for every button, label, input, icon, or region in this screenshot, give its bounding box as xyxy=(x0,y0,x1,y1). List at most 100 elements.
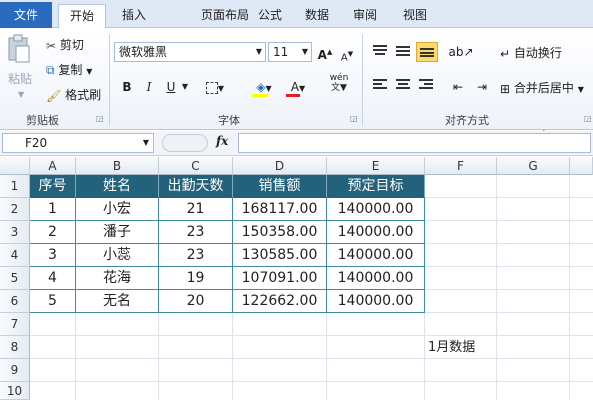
table-cell[interactable]: 3 xyxy=(30,244,76,267)
table-cell[interactable]: 5 xyxy=(30,290,76,313)
cut-button[interactable]: ✂ 剪切 xyxy=(46,36,84,53)
row-header[interactable]: 7 xyxy=(0,313,30,336)
insert-function-button[interactable]: fx xyxy=(216,134,228,148)
shrink-font-button[interactable]: A▼ xyxy=(338,44,356,64)
table-cell[interactable]: 130585.00 xyxy=(233,244,327,267)
column-header-c[interactable]: C xyxy=(159,157,233,175)
decrease-indent-button[interactable]: ⇤ xyxy=(448,77,468,97)
table-cell[interactable]: 150358.00 xyxy=(233,221,327,244)
row-header[interactable]: 1 xyxy=(0,175,30,198)
row-header[interactable]: 10 xyxy=(0,382,30,400)
underline-dropdown-icon[interactable]: ▼ xyxy=(180,77,190,97)
column-header-f[interactable]: F xyxy=(425,157,497,175)
row-header[interactable]: 8 xyxy=(0,336,30,359)
column-header-g[interactable]: G xyxy=(497,157,570,175)
align-middle-button[interactable] xyxy=(393,42,413,62)
table-cell[interactable]: 小蕊 xyxy=(76,244,159,267)
align-center-button[interactable] xyxy=(393,77,413,97)
table-cell[interactable]: 无名 xyxy=(76,290,159,313)
row-header[interactable]: 2 xyxy=(0,198,30,221)
tab-insert[interactable]: 插入 xyxy=(112,4,156,28)
row-header[interactable]: 6 xyxy=(0,290,30,313)
formula-input[interactable] xyxy=(238,133,591,153)
align-bottom-button[interactable] xyxy=(416,42,438,62)
align-right-icon xyxy=(419,79,433,89)
borders-icon xyxy=(205,81,218,94)
chevron-down-icon[interactable]: ▼ xyxy=(143,134,149,152)
align-middle-icon xyxy=(396,46,410,56)
align-right-button[interactable] xyxy=(416,77,436,97)
table-cell[interactable]: 19 xyxy=(159,267,233,290)
merge-center-button[interactable]: ⊞ 合并后居中 ▼ xyxy=(500,79,584,96)
bold-button[interactable]: B xyxy=(118,77,136,97)
orientation-button[interactable]: ab↗ xyxy=(448,42,474,62)
table-header-cell[interactable]: 预定目标 xyxy=(327,175,425,198)
tab-file[interactable]: 文件 xyxy=(0,2,52,28)
paste-dropdown-icon[interactable]: ▼ xyxy=(18,90,24,99)
row-header[interactable]: 9 xyxy=(0,359,30,382)
column-header-d[interactable]: D xyxy=(233,157,327,175)
underline-button[interactable]: U xyxy=(162,77,180,97)
paste-label[interactable]: 粘贴 xyxy=(8,70,32,87)
align-left-button[interactable] xyxy=(370,77,390,97)
italic-button[interactable]: I xyxy=(140,77,158,97)
tab-data[interactable]: 数据 xyxy=(297,4,337,28)
row-header[interactable]: 3 xyxy=(0,221,30,244)
table-cell[interactable]: 20 xyxy=(159,290,233,313)
table-cell[interactable]: 1 xyxy=(30,198,76,221)
table-cell[interactable]: 140000.00 xyxy=(327,290,425,313)
table-cell[interactable]: 小宏 xyxy=(76,198,159,221)
table-cell[interactable]: 4 xyxy=(30,267,76,290)
table-header-cell[interactable]: 序号 xyxy=(30,175,76,198)
table-cell[interactable]: 168117.00 xyxy=(233,198,327,221)
table-cell[interactable]: 140000.00 xyxy=(327,221,425,244)
row-header[interactable]: 5 xyxy=(0,267,30,290)
font-name-select[interactable]: 微软雅黑 ▼ xyxy=(114,42,266,62)
formula-bar-resize-handle[interactable] xyxy=(162,134,208,152)
column-header-b[interactable]: B xyxy=(76,157,159,175)
table-cell[interactable]: 潘子 xyxy=(76,221,159,244)
table-cell[interactable]: 2 xyxy=(30,221,76,244)
copy-button[interactable]: ⧉ 复制 ▼ xyxy=(46,61,92,78)
table-cell[interactable]: 107091.00 xyxy=(233,267,327,290)
font-size-select[interactable]: 11 ▼ xyxy=(268,42,312,62)
alignment-launcher-icon[interactable]: ◲ xyxy=(584,114,592,123)
table-cell[interactable]: 23 xyxy=(159,244,233,267)
table-header-cell[interactable]: 销售额 xyxy=(233,175,327,198)
column-header-h[interactable] xyxy=(570,157,593,175)
table-cell[interactable]: 21 xyxy=(159,198,233,221)
font-launcher-icon[interactable]: ◲ xyxy=(350,114,358,123)
fill-color-button[interactable]: ◈▼ xyxy=(250,77,278,97)
table-cell[interactable]: 140000.00 xyxy=(327,244,425,267)
table-cell[interactable]: 23 xyxy=(159,221,233,244)
note-cell[interactable]: 1月数据 xyxy=(425,336,545,359)
wrap-text-button[interactable]: ↵ 自动换行 xyxy=(500,44,562,61)
column-header-e[interactable]: E xyxy=(327,157,425,175)
format-painter-button[interactable]: 🖌 格式刷 xyxy=(46,86,101,103)
font-color-swatch xyxy=(286,94,300,97)
paste-button[interactable] xyxy=(6,34,34,64)
name-box[interactable]: F20 ▼ xyxy=(2,133,154,153)
grow-font-button[interactable]: A▲ xyxy=(316,42,334,62)
clipboard-launcher-icon[interactable]: ◲ xyxy=(96,114,104,123)
tab-review[interactable]: 审阅 xyxy=(345,4,385,28)
table-cell[interactable]: 花海 xyxy=(76,267,159,290)
borders-button[interactable]: ▼ xyxy=(205,77,225,97)
align-top-button[interactable] xyxy=(370,42,390,62)
phonetic-guide-button[interactable]: wén 文▼ xyxy=(326,73,352,93)
table-cell[interactable]: 122662.00 xyxy=(233,290,327,313)
table-header-cell[interactable]: 姓名 xyxy=(76,175,159,198)
copy-dropdown-icon[interactable]: ▼ xyxy=(86,67,92,76)
table-cell[interactable]: 140000.00 xyxy=(327,267,425,290)
tab-formulas[interactable]: 公式 xyxy=(250,4,290,28)
tab-home[interactable]: 开始 xyxy=(58,4,106,29)
select-all-corner[interactable] xyxy=(0,157,30,175)
table-header-cell[interactable]: 出勤天数 xyxy=(159,175,233,198)
increase-indent-button[interactable]: ⇥ xyxy=(472,77,492,97)
tab-view[interactable]: 视图 xyxy=(395,4,435,28)
font-color-button[interactable]: A▼ xyxy=(284,77,312,97)
column-header-a[interactable]: A xyxy=(30,157,76,175)
font-group-label: 字体 xyxy=(218,114,240,127)
row-header[interactable]: 4 xyxy=(0,244,30,267)
table-cell[interactable]: 140000.00 xyxy=(327,198,425,221)
